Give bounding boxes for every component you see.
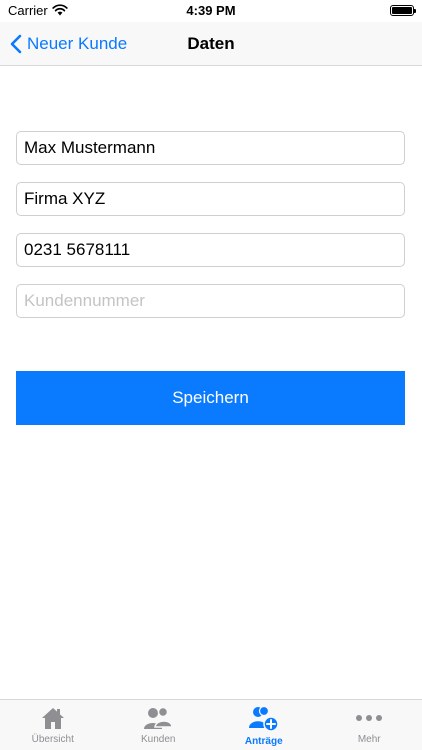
- house-icon: [41, 708, 64, 729]
- status-bar: Carrier 4:39 PM: [0, 0, 422, 22]
- person-add-icon: [248, 706, 279, 732]
- navigation-bar: Neuer Kunde Daten: [0, 22, 422, 66]
- save-button[interactable]: Speichern: [16, 371, 405, 425]
- tab-more[interactable]: Mehr: [317, 700, 422, 750]
- more-icon: [356, 715, 383, 721]
- name-field[interactable]: [16, 131, 405, 165]
- tab-applications[interactable]: Anträge: [211, 700, 317, 750]
- tab-bar: Übersicht Kunden Anträge Mehr: [0, 699, 422, 750]
- company-field[interactable]: [16, 182, 405, 216]
- tab-label: Mehr: [357, 734, 381, 745]
- customer-number-field[interactable]: [16, 284, 405, 318]
- page-title: Daten: [187, 34, 235, 53]
- clock: 4:39 PM: [186, 3, 236, 18]
- tab-label: Übersicht: [31, 734, 74, 745]
- phone-field[interactable]: [16, 233, 405, 267]
- tab-customers[interactable]: Kunden: [106, 700, 212, 750]
- people-icon: [144, 706, 174, 729]
- tab-label: Kunden: [141, 734, 176, 745]
- tab-overview[interactable]: Übersicht: [0, 700, 106, 750]
- battery-icon: [390, 5, 416, 16]
- tab-label: Anträge: [244, 736, 283, 747]
